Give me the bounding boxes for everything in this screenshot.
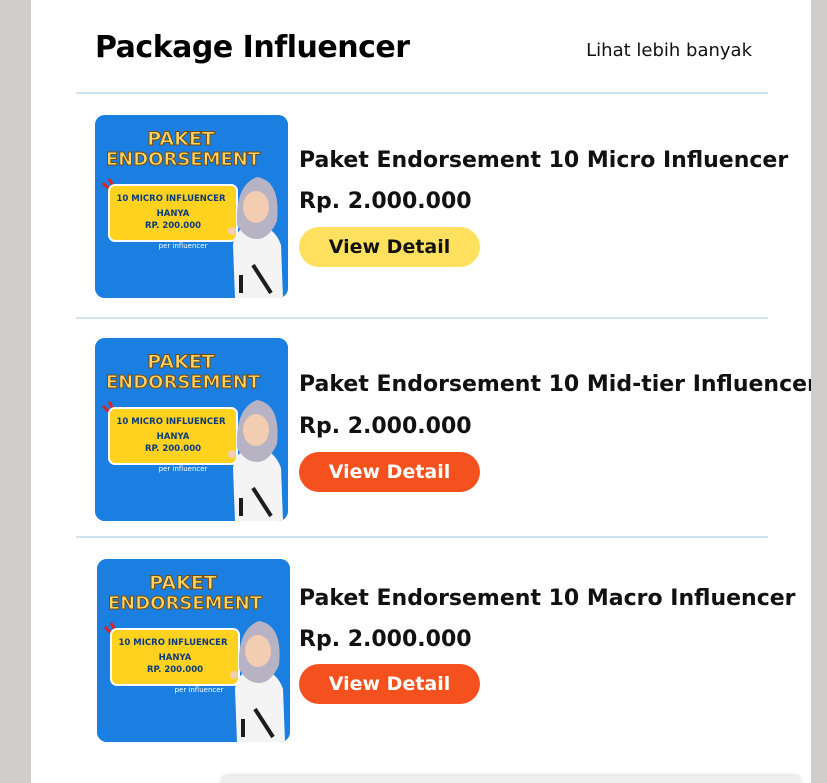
package-thumbnail-image: PAKET ENDORSEMENT 10 MICRO INFLUENCER HA…: [95, 115, 288, 298]
package-thumbnail[interactable]: PAKET ENDORSEMENT 10 MICRO INFLUENCER HA…: [95, 338, 288, 521]
package-name: Paket Endorsement 10 Micro Influencer: [299, 148, 789, 173]
view-detail-button[interactable]: View Detail: [299, 227, 480, 267]
package-card[interactable]: PAKET ENDORSEMENT 10 MICRO INFLUENCER HA…: [95, 115, 795, 299]
package-price: Rp. 2.000.000: [299, 414, 472, 439]
package-name: Paket Endorsement 10 Macro Influencer: [299, 586, 796, 611]
thumb-headline-top: PAKET: [147, 128, 215, 150]
thumb-banner-line1: 10 MICRO INFLUENCER: [117, 194, 226, 204]
thumb-headline-top: PAKET: [149, 572, 217, 594]
package-thumbnail[interactable]: PAKET ENDORSEMENT 10 MICRO INFLUENCER HA…: [97, 559, 290, 742]
package-price: Rp. 2.000.000: [299, 627, 472, 652]
divider: [76, 536, 768, 538]
package-influencer-section: Package Influencer Lihat lebih banyak PA…: [31, 0, 811, 783]
package-thumbnail-image: PAKET ENDORSEMENT 10 MICRO INFLUENCER HA…: [97, 559, 290, 742]
package-card[interactable]: PAKET ENDORSEMENT 10 MICRO INFLUENCER HA…: [95, 338, 811, 522]
thumb-caption: per influencer: [175, 686, 224, 694]
thumb-banner-line3: RP. 200.000: [145, 444, 201, 454]
thumb-banner-line3: RP. 200.000: [147, 665, 203, 675]
thumb-banner-line2: HANYA: [157, 209, 190, 219]
thumb-headline-bottom: ENDORSEMENT: [108, 593, 263, 614]
thumb-banner-line2: HANYA: [157, 432, 190, 442]
package-card[interactable]: PAKET ENDORSEMENT 10 MICRO INFLUENCER HA…: [97, 559, 797, 743]
section-header: Package Influencer Lihat lebih banyak: [95, 30, 752, 76]
thumb-banner-line3: RP. 200.000: [145, 221, 201, 231]
package-price: Rp. 2.000.000: [299, 189, 472, 214]
package-thumbnail[interactable]: PAKET ENDORSEMENT 10 MICRO INFLUENCER HA…: [95, 115, 288, 298]
thumb-headline-top: PAKET: [147, 351, 215, 373]
thumb-caption: per influencer: [159, 242, 208, 250]
divider: [76, 317, 768, 319]
bottom-bar: [221, 776, 801, 783]
thumb-caption: per influencer: [159, 465, 208, 473]
thumb-banner-line2: HANYA: [159, 653, 192, 663]
view-detail-button[interactable]: View Detail: [299, 664, 480, 704]
view-detail-button[interactable]: View Detail: [299, 452, 480, 492]
package-thumbnail-image: PAKET ENDORSEMENT 10 MICRO INFLUENCER HA…: [95, 338, 288, 521]
thumb-headline-bottom: ENDORSEMENT: [106, 372, 261, 393]
thumb-banner-line1: 10 MICRO INFLUENCER: [117, 417, 226, 427]
section-title: Package Influencer: [95, 30, 410, 65]
see-more-link[interactable]: Lihat lebih banyak: [586, 40, 752, 61]
thumb-banner-line1: 10 MICRO INFLUENCER: [119, 638, 228, 648]
divider: [76, 92, 768, 94]
thumb-headline-bottom: ENDORSEMENT: [106, 149, 261, 170]
package-name: Paket Endorsement 10 Mid-tier Influencer: [299, 372, 811, 397]
